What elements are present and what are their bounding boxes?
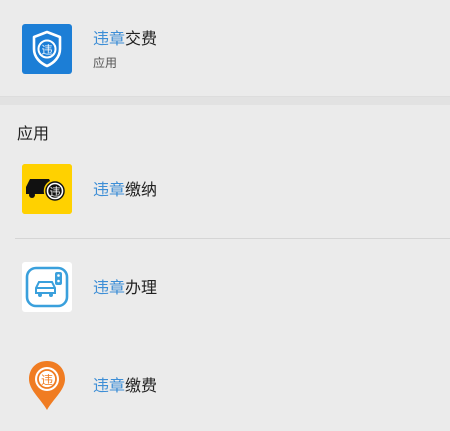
svg-text:违: 违 xyxy=(42,44,53,57)
car-traffic-light-icon xyxy=(22,262,72,312)
top-result-app[interactable]: 违 违章交费 应用 xyxy=(0,0,450,96)
section-divider xyxy=(0,96,450,105)
title-rest: 缴费 xyxy=(125,376,158,395)
app-title: 违章缴费 xyxy=(93,376,157,396)
top-result-subtitle: 应用 xyxy=(93,56,118,70)
svg-text:违: 违 xyxy=(50,186,61,199)
shield-badge-icon: 违 xyxy=(22,24,72,74)
title-highlight: 违章 xyxy=(93,376,126,395)
car-violation-icon: 违 xyxy=(22,164,72,214)
app-title: 违章办理 xyxy=(93,278,157,298)
location-pin-icon: 违 xyxy=(22,358,72,410)
title-highlight: 违章 xyxy=(93,278,126,297)
svg-text:违: 违 xyxy=(41,373,53,387)
title-highlight: 违章 xyxy=(93,180,126,199)
app-row-violation-handle[interactable]: 违章办理 xyxy=(0,239,450,335)
title-highlight: 违章 xyxy=(93,29,126,48)
app-title: 违章缴纳 xyxy=(93,180,157,200)
app-row-violation-pay[interactable]: 违 违章缴纳 xyxy=(0,140,450,236)
top-result-title: 违章交费 xyxy=(93,29,157,49)
app-row-violation-fee[interactable]: 违 违章缴费 xyxy=(0,335,450,431)
title-rest: 交费 xyxy=(125,29,158,48)
title-rest: 办理 xyxy=(125,278,158,297)
title-rest: 缴纳 xyxy=(125,180,158,199)
